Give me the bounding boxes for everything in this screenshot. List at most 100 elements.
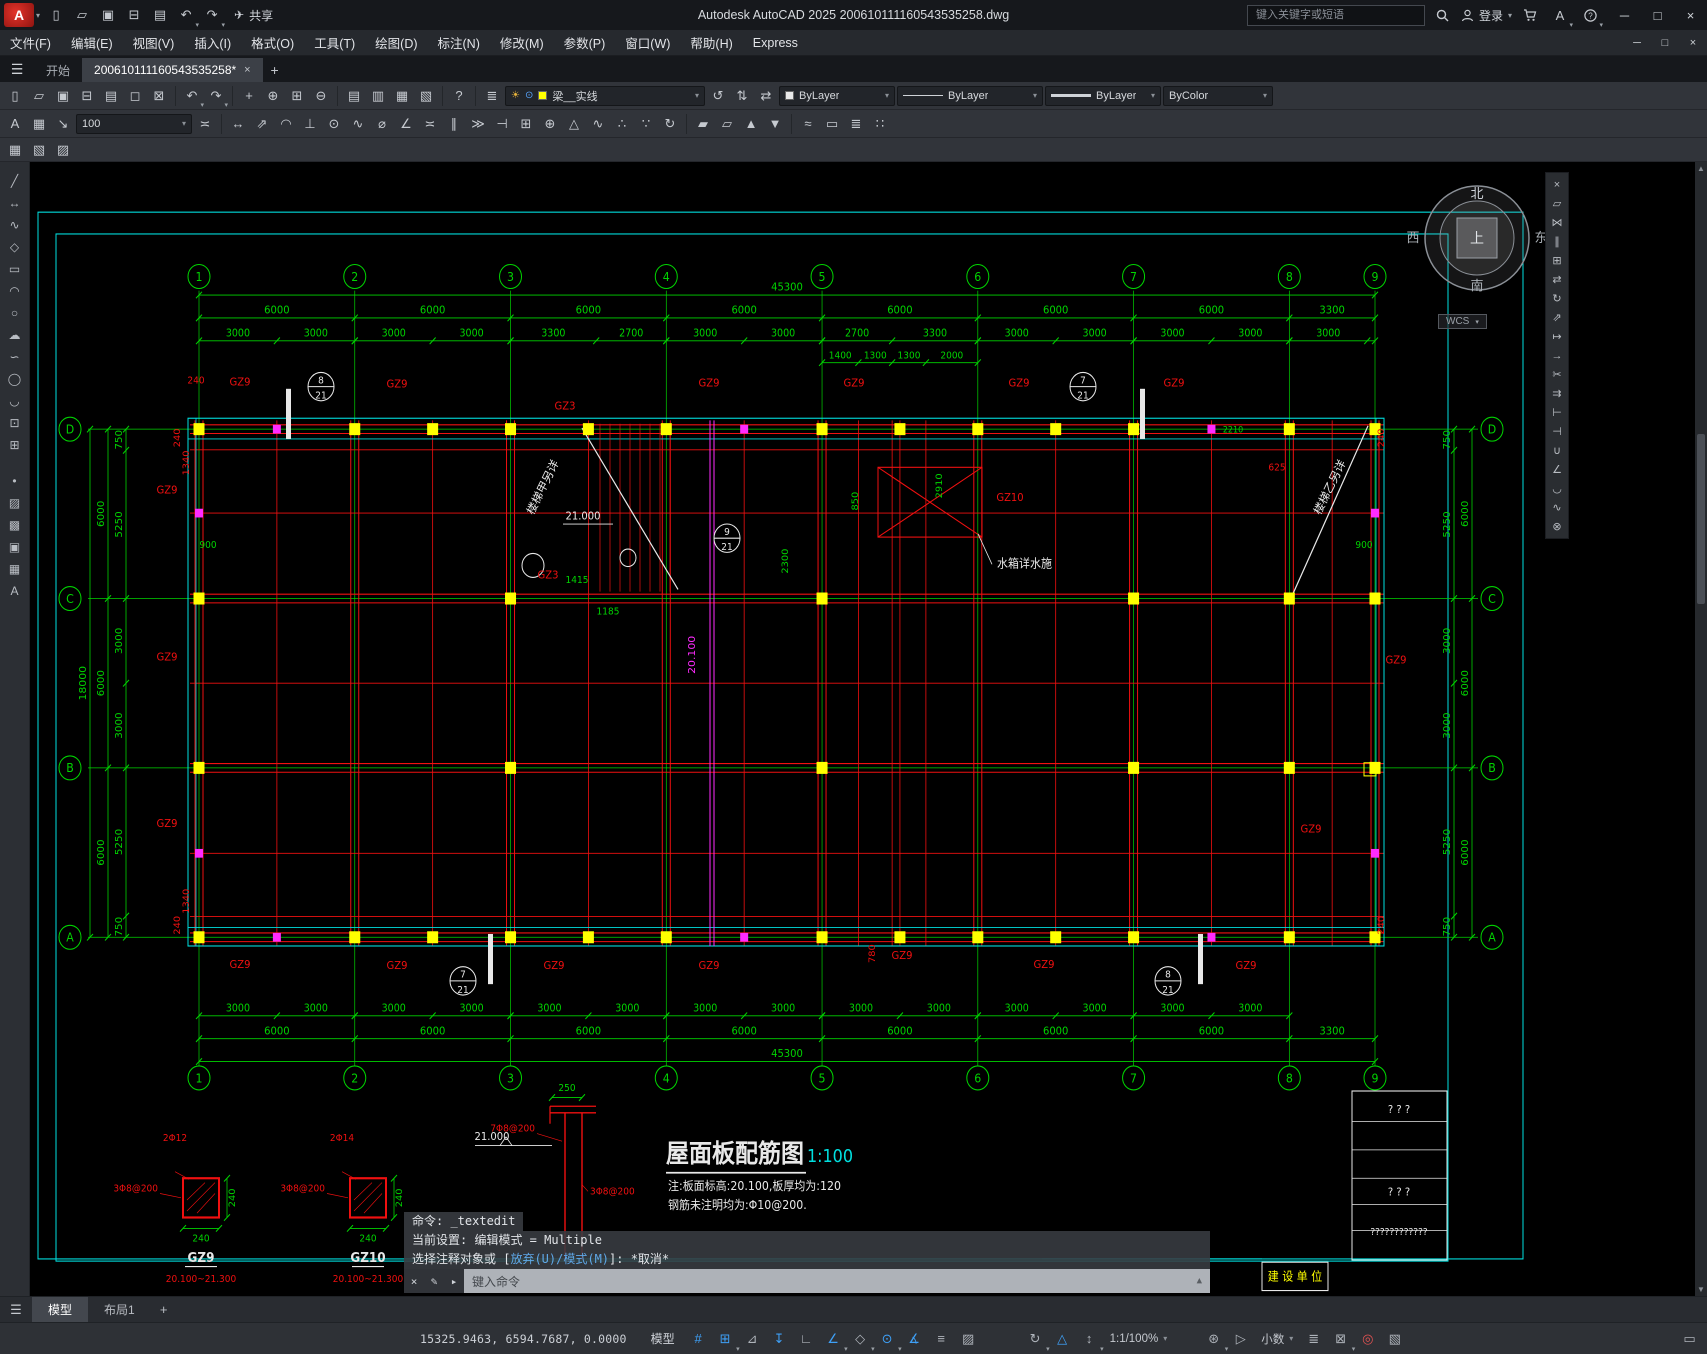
move-button[interactable]: ⇄	[1545, 270, 1569, 289]
dim-continue-button[interactable]: ≫	[467, 113, 489, 135]
qnew-button[interactable]: ▯	[4, 85, 26, 107]
vertical-scrollbar[interactable]: ▲ ▼	[1695, 162, 1707, 1296]
clean-screen-toggle[interactable]: ▭	[1676, 1327, 1703, 1351]
dim-ordinate-button[interactable]: ⊥	[299, 113, 321, 135]
text-style-button[interactable]: A	[4, 113, 26, 135]
save-button[interactable]: ▣	[52, 85, 74, 107]
plotstyle-combo[interactable]: ByColor ▾	[1163, 85, 1273, 106]
rectangle-button[interactable]: ▭	[3, 258, 27, 280]
dim-style-button[interactable]: ≍	[194, 113, 216, 135]
signin-button[interactable]: 登录 ▾	[1461, 7, 1512, 24]
sheet-set-manager-button[interactable]: ▧	[415, 85, 437, 107]
command-input[interactable]: 键入命令 ▲	[464, 1269, 1210, 1293]
color-combo[interactable]: ByLayer ▾	[779, 85, 895, 106]
array-button[interactable]: ⊞	[1545, 251, 1569, 270]
menu-item-0[interactable]: 文件(F)	[0, 30, 61, 55]
isodraft-toggle[interactable]: ◇ ▾	[847, 1327, 875, 1353]
redo-button[interactable]: ↷ ▾	[205, 85, 228, 109]
tab-start[interactable]: 开始	[34, 58, 82, 82]
layout-tab-0[interactable]: 模型	[32, 1297, 89, 1322]
share-button[interactable]: ✈ 共享	[234, 7, 273, 24]
annotation-monitor-toggle[interactable]: ▷	[1227, 1327, 1254, 1351]
scroll-down-icon[interactable]: ▼	[1695, 1285, 1707, 1294]
image-clip-button[interactable]: ▧	[28, 139, 50, 161]
scrollbar-thumb[interactable]	[1697, 434, 1705, 605]
open-button[interactable]: ▱	[70, 3, 94, 27]
graphics-performance-toggle[interactable]: ▧	[1381, 1327, 1408, 1351]
dim-break-button[interactable]: ⊣	[491, 113, 513, 135]
doc-close-button[interactable]: ×	[1679, 30, 1707, 55]
command-autocomplete-icon[interactable]: ▲	[1197, 1276, 1202, 1286]
multiline-text-button[interactable]: A	[3, 580, 27, 602]
search-input[interactable]	[1246, 4, 1425, 26]
doc-minimize-button[interactable]: ─	[1623, 30, 1651, 55]
erase-button[interactable]: ×	[1545, 175, 1569, 194]
point-button[interactable]: •	[3, 470, 27, 492]
draworder-bring-above-button[interactable]: ▲	[740, 113, 762, 135]
save-as-button[interactable]: ⊟	[76, 85, 98, 107]
menu-item-8[interactable]: 修改(M)	[490, 30, 554, 55]
new-layout-button[interactable]: +	[151, 1302, 177, 1317]
isolate-objects-toggle[interactable]: ◎	[1354, 1327, 1381, 1351]
menu-item-4[interactable]: 格式(O)	[241, 30, 304, 55]
spline-button[interactable]: ∽	[3, 346, 27, 368]
dim-arc-button[interactable]: ◠	[275, 113, 297, 135]
layer-combo[interactable]: ☀ ⊙ 梁__实线 ▾	[505, 85, 705, 106]
save-button[interactable]: ▣	[96, 3, 120, 27]
cart-icon[interactable]	[1518, 3, 1542, 27]
design-center-button[interactable]: ▥	[367, 85, 389, 107]
measure-button[interactable]: ≈	[797, 113, 819, 135]
menu-item-5[interactable]: 工具(T)	[304, 30, 365, 55]
layout-tab-1[interactable]: 布局1	[88, 1297, 151, 1322]
apps-icon[interactable]: A ▾	[1548, 3, 1573, 30]
draworder-send-under-button[interactable]: ▼	[764, 113, 786, 135]
dim-inspect-button[interactable]: △	[563, 113, 585, 135]
fillet-button[interactable]: ◡	[1545, 479, 1569, 498]
extend-button[interactable]: ⇉	[1545, 384, 1569, 403]
redo-button[interactable]: ↷ ▾	[200, 3, 225, 29]
scale-button[interactable]: ⇗	[1545, 308, 1569, 327]
plot-preview-button[interactable]: ◻	[124, 85, 146, 107]
file-tab-menu-icon[interactable]: ☰	[0, 56, 34, 82]
dim-jogline-button[interactable]: ∿	[587, 113, 609, 135]
ellipse-arc-button[interactable]: ◡	[3, 390, 27, 412]
quick-properties-toggle[interactable]: ≣	[1300, 1327, 1327, 1351]
dim-diameter-button[interactable]: ⌀	[371, 113, 393, 135]
dim-radius-button[interactable]: ⊙	[323, 113, 345, 135]
dim-aligned-button[interactable]: ⇗	[251, 113, 273, 135]
annotation-visibility-toggle[interactable]: △	[1049, 1327, 1076, 1351]
tool-palettes-button[interactable]: ▦	[391, 85, 413, 107]
plot-button[interactable]: ▤	[100, 85, 122, 107]
transparency-toggle[interactable]: ▨	[955, 1327, 982, 1351]
dim-update-button[interactable]: ↻	[659, 113, 681, 135]
save-as-button[interactable]: ⊟	[122, 3, 146, 27]
help-button[interactable]: ?	[448, 85, 470, 107]
workspace-switching-toggle[interactable]: ⊛ ▾	[1200, 1327, 1228, 1353]
insert-block-button[interactable]: ⊡	[3, 412, 27, 434]
rotate-button[interactable]: ↻	[1545, 289, 1569, 308]
command-customize-icon[interactable]: ✎	[424, 1269, 444, 1293]
plot-button[interactable]: ▤	[148, 3, 172, 27]
dynamic-input-toggle[interactable]: ↧	[766, 1327, 793, 1351]
lineweight-combo[interactable]: ByLayer ▾	[1045, 85, 1161, 106]
tolerance-button[interactable]: ⊞	[515, 113, 537, 135]
model-space-canvas[interactable]: 1 1 2 2 3 3 4 4 5 5 6 6 7 7 8 8 9 9 D D C C B B A A 45300 6000 6000 6…	[30, 162, 1695, 1296]
circle-button[interactable]: ○	[3, 302, 27, 324]
close-button[interactable]: ×	[1674, 0, 1707, 30]
area-button[interactable]: ▭	[821, 113, 843, 135]
dim-linear-button[interactable]: ↔	[227, 113, 249, 135]
lengthen-button[interactable]: →	[1545, 346, 1569, 365]
tab-document[interactable]: 200610111160543535258* ×	[82, 58, 263, 82]
make-block-button[interactable]: ⊞	[3, 434, 27, 456]
gradient-button[interactable]: ▩	[3, 514, 27, 536]
model-paper-toggle[interactable]: 模型	[641, 1327, 685, 1351]
dim-edit-button[interactable]: ∴	[611, 113, 633, 135]
break-button[interactable]: ⊣	[1545, 422, 1569, 441]
app-menu-caret-icon[interactable]: ▾	[36, 11, 40, 20]
ortho-toggle[interactable]: ∟	[793, 1327, 820, 1351]
menu-item-12[interactable]: Express	[743, 30, 808, 55]
image-adjust-button[interactable]: ▨	[52, 139, 74, 161]
make-object-layer-current-button[interactable]: ⇄	[755, 85, 777, 107]
linetype-combo[interactable]: ByLayer ▾	[897, 85, 1043, 106]
construction-line-button[interactable]: ↔	[3, 192, 27, 214]
